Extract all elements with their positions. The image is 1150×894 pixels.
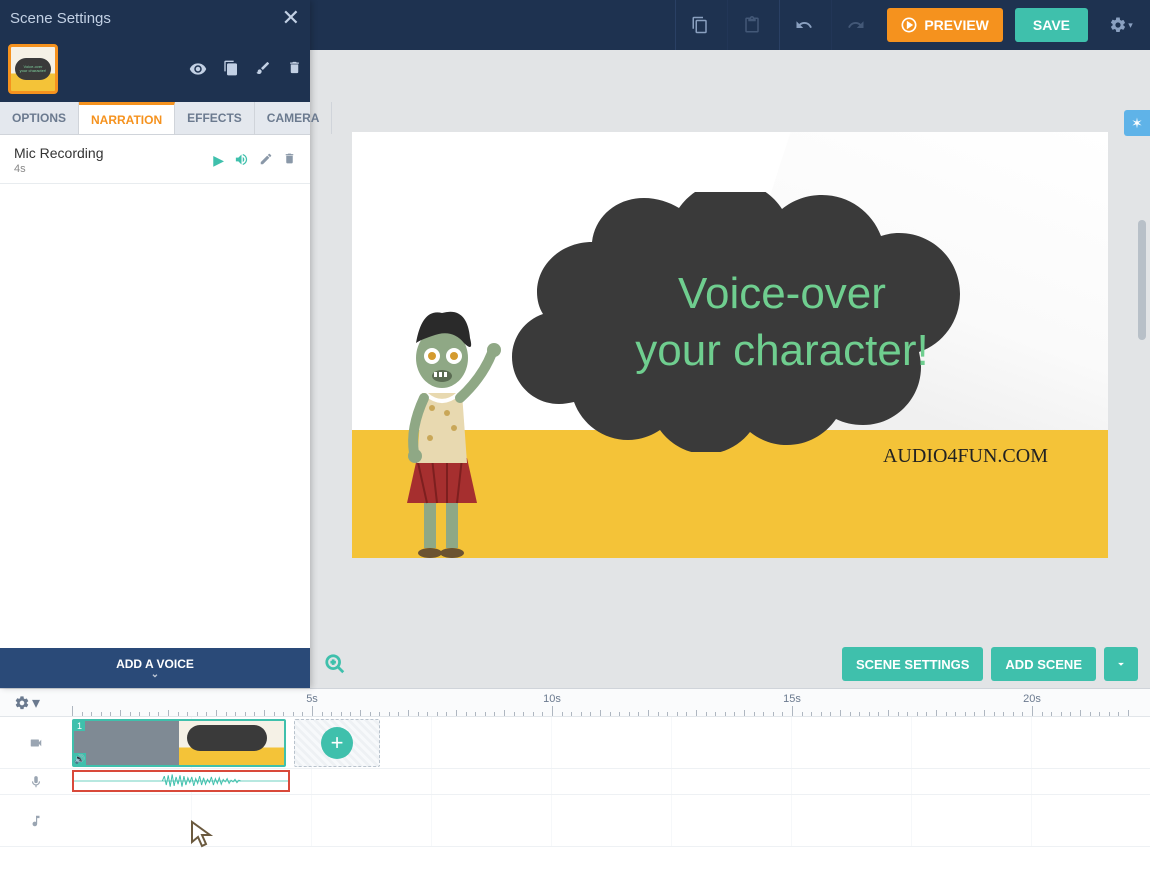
scene-clip[interactable]: 1 🔊: [72, 719, 286, 767]
clip-number: 1: [74, 721, 85, 731]
visibility-icon[interactable]: [189, 60, 207, 78]
panel-tools: [189, 60, 302, 78]
scene-canvas[interactable]: Voice-over your character! AUDIO4FUN.COM: [352, 132, 1108, 558]
brush-icon[interactable]: [255, 60, 271, 78]
zoom-in-button[interactable]: [324, 653, 346, 675]
timeline-tracks: 1 🔊 +: [0, 717, 1150, 894]
undo-button[interactable]: [779, 0, 827, 50]
tab-effects[interactable]: EFFECTS: [175, 102, 255, 134]
canvas-scrollbar[interactable]: [1138, 120, 1148, 630]
play-icon[interactable]: ▶: [213, 152, 224, 169]
scene-thumbnail[interactable]: Voice-overyour character!: [8, 44, 58, 94]
clip-audio-icon[interactable]: 🔊: [74, 753, 86, 765]
panel-tabs: OPTIONS NARRATION EFFECTS CAMERA: [0, 102, 310, 135]
cursor-icon: [190, 820, 214, 848]
redo-button[interactable]: [831, 0, 879, 50]
close-icon[interactable]: ✕: [282, 5, 300, 31]
copy-button[interactable]: [675, 0, 723, 50]
tab-camera[interactable]: CAMERA: [255, 102, 333, 134]
music-track[interactable]: [0, 795, 1150, 847]
timeline-ruler[interactable]: ▾ 5s10s15s20s: [0, 689, 1150, 717]
recording-actions: ▶: [213, 152, 296, 169]
preview-label: PREVIEW: [924, 17, 989, 33]
narration-track[interactable]: [0, 769, 1150, 795]
mic-track-icon: [0, 775, 72, 789]
music-track-icon: [0, 814, 72, 828]
add-scene-dropdown[interactable]: [1104, 647, 1138, 681]
recording-item[interactable]: Mic Recording 4s ▶: [0, 135, 310, 184]
timeline: ▾ 5s10s15s20s 1 🔊 +: [0, 688, 1150, 894]
panel-body: Mic Recording 4s ▶: [0, 135, 310, 648]
video-track-icon: [0, 736, 72, 750]
save-label: SAVE: [1033, 17, 1070, 33]
save-button[interactable]: SAVE: [1015, 8, 1088, 42]
add-voice-button[interactable]: ADD A VOICE ⌄: [0, 648, 310, 688]
side-badge[interactable]: ✶: [1124, 110, 1150, 136]
tab-narration[interactable]: NARRATION: [79, 102, 175, 134]
duplicate-icon[interactable]: [223, 60, 239, 78]
watermark: AUDIO4FUN.COM: [883, 445, 1048, 468]
add-scene-button[interactable]: ADD SCENE: [991, 647, 1096, 681]
scene-settings-panel: Scene Settings ✕ Voice-overyour characte…: [0, 0, 310, 688]
scene-settings-button[interactable]: SCENE SETTINGS: [842, 647, 983, 681]
cloud-line1: Voice-over: [678, 265, 886, 322]
top-settings-button[interactable]: ▾: [1102, 0, 1140, 50]
panel-title: Scene Settings: [10, 10, 111, 27]
add-clip-button[interactable]: +: [294, 719, 380, 767]
panel-header: Scene Settings ✕: [0, 0, 310, 36]
canvas-area: ✶ Voice-over your character! AUDIO4FUN.C…: [310, 50, 1150, 688]
timeline-settings-button[interactable]: ▾: [14, 693, 40, 713]
panel-thumb-row: Voice-overyour character!: [0, 36, 310, 102]
cloud-line2: your character!: [635, 322, 928, 379]
recording-duration: 4s: [14, 163, 103, 175]
volume-icon[interactable]: [234, 152, 249, 169]
plus-icon: +: [321, 727, 353, 759]
canvas-controls: SCENE SETTINGS ADD SCENE: [310, 640, 1150, 688]
audio-clip[interactable]: [72, 770, 290, 792]
video-track[interactable]: 1 🔊 +: [0, 717, 1150, 769]
zombie-character[interactable]: [382, 298, 502, 558]
recording-title: Mic Recording: [14, 145, 103, 161]
delete-recording-icon[interactable]: [283, 152, 296, 169]
paste-button[interactable]: [727, 0, 775, 50]
edit-icon[interactable]: [259, 152, 273, 169]
trash-icon[interactable]: [287, 60, 302, 78]
speech-cloud: Voice-over your character!: [512, 192, 1052, 452]
preview-button[interactable]: PREVIEW: [887, 8, 1003, 42]
tab-options[interactable]: OPTIONS: [0, 102, 79, 134]
chevron-down-icon: ⌄: [151, 669, 159, 680]
